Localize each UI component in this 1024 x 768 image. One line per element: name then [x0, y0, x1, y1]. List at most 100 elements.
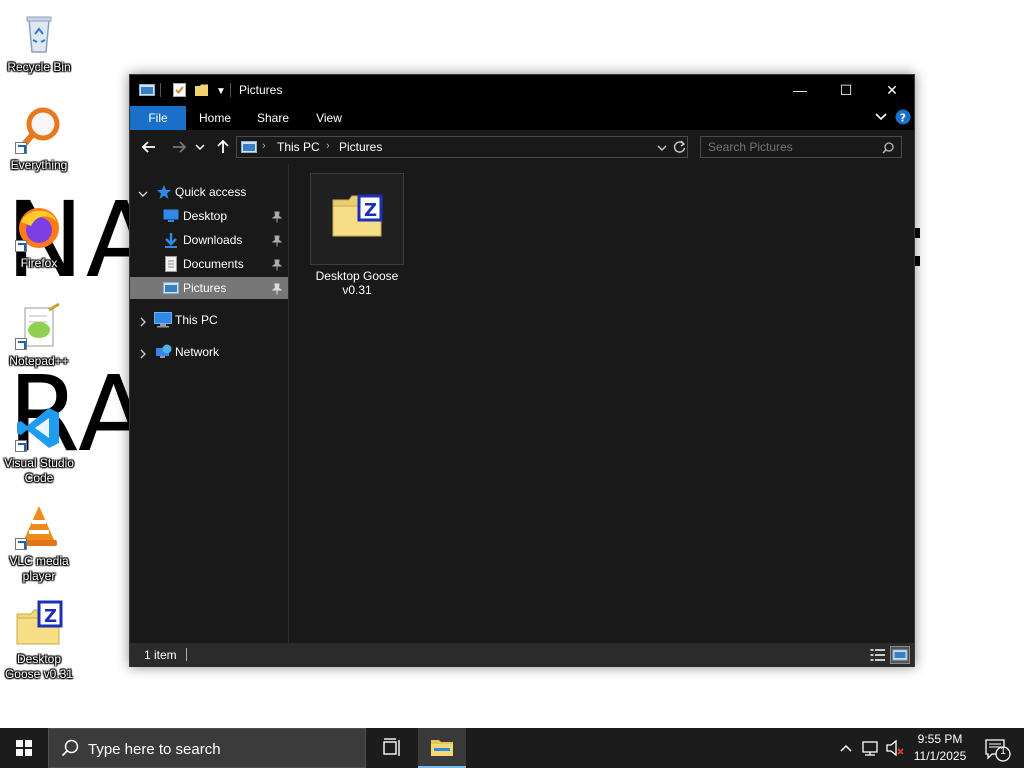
properties-icon[interactable] — [173, 83, 186, 97]
svg-text:?: ? — [900, 112, 906, 125]
tab-file[interactable]: File — [130, 106, 186, 130]
desktop-icon-everything[interactable]: Everything — [0, 106, 78, 173]
desktop-icon-recycle-bin[interactable]: Recycle Bin — [0, 8, 78, 75]
desktop-icon-label: Recycle Bin — [7, 60, 71, 74]
search-box[interactable] — [700, 136, 902, 158]
expand-ribbon-icon[interactable] — [874, 110, 888, 129]
desktop-icon-firefox[interactable]: Firefox — [0, 204, 78, 271]
nav-label: Quick access — [175, 185, 247, 199]
documents-folder-icon — [165, 256, 177, 277]
goose-folder-icon: Z — [310, 173, 404, 265]
details-view-icon[interactable] — [870, 648, 886, 667]
chevron-right-icon[interactable] — [138, 346, 148, 364]
nav-item-documents[interactable]: Documents — [130, 253, 288, 275]
clock-time: 9:55 PM — [917, 732, 963, 746]
tab-share[interactable]: Share — [250, 106, 296, 130]
minimize-button[interactable]: — — [777, 75, 823, 106]
address-dropdown-icon[interactable] — [656, 141, 668, 159]
toolbar-divider — [160, 83, 161, 97]
goose-folder-icon: Z — [15, 600, 63, 648]
nav-item-this-pc[interactable]: This PC — [130, 309, 288, 331]
back-button[interactable] — [140, 138, 158, 156]
volume-muted-icon — [886, 739, 904, 757]
recent-locations-button[interactable] — [194, 138, 206, 156]
maximize-button[interactable]: ☐ — [823, 75, 869, 106]
vscode-icon — [15, 404, 63, 452]
pin-icon[interactable] — [271, 210, 283, 223]
desktop-folder-icon — [163, 209, 179, 228]
nav-item-desktop[interactable]: Desktop — [130, 205, 288, 227]
clock[interactable]: 9:55 PM 11/1/2025 — [908, 731, 972, 765]
desktop-icon-vlc[interactable]: VLC media player — [0, 502, 78, 584]
taskbar-file-explorer[interactable] — [418, 728, 466, 768]
svg-text:Z: Z — [44, 606, 57, 627]
nav-item-quick-access[interactable]: Quick access — [130, 181, 288, 203]
search-input[interactable] — [708, 140, 878, 154]
recycle-bin-icon — [15, 8, 63, 56]
forward-button[interactable] — [170, 138, 188, 156]
new-folder-icon[interactable] — [195, 83, 209, 97]
task-view-button[interactable] — [370, 728, 414, 768]
downloads-folder-icon — [163, 232, 179, 253]
status-divider — [186, 648, 187, 661]
desktop-icon-label: Desktop Goose v0.31 — [4, 652, 74, 681]
nav-label: Desktop — [183, 209, 228, 223]
network-icon — [154, 344, 172, 365]
large-icons-view-icon — [892, 649, 908, 661]
customize-quick-access-icon[interactable]: ▼ — [216, 86, 226, 100]
breadcrumb-this-pc[interactable]: This PC — [277, 140, 320, 154]
help-icon[interactable]: ? — [895, 109, 911, 130]
this-pc-icon — [154, 312, 172, 333]
close-button[interactable]: ✕ — [869, 75, 915, 106]
nav-item-network[interactable]: Network — [130, 341, 288, 363]
taskbar-search-box[interactable]: Type here to search — [48, 728, 366, 768]
pin-icon[interactable] — [271, 234, 283, 247]
network-tray-button[interactable] — [860, 728, 882, 768]
large-icons-view-button[interactable] — [890, 646, 910, 664]
volume-tray-button[interactable] — [884, 728, 906, 768]
up-arrow-icon — [217, 139, 229, 153]
show-hidden-icons-button[interactable] — [836, 728, 856, 768]
desktop-icon-label: Everything — [10, 158, 68, 172]
nav-label: Documents — [183, 257, 244, 271]
desktop-icon-desktop-goose[interactable]: Z Desktop Goose v0.31 — [0, 600, 78, 682]
tab-view[interactable]: View — [306, 106, 352, 130]
star-icon — [156, 184, 172, 205]
desktop-icon-vscode[interactable]: Visual Studio Code — [0, 404, 78, 486]
action-center-button[interactable]: 1 — [978, 728, 1014, 768]
taskbar-search-placeholder: Type here to search — [88, 741, 221, 758]
shortcut-arrow-icon — [15, 538, 27, 550]
nav-item-pictures[interactable]: Pictures — [130, 277, 288, 299]
pictures-location-icon — [241, 140, 257, 159]
desktop-icon-notepadpp[interactable]: Notepad++ — [0, 302, 78, 369]
file-list[interactable]: Z Desktop Goose v0.31 — [290, 164, 914, 643]
chevron-right-icon[interactable] — [138, 314, 148, 332]
file-item[interactable]: Z Desktop Goose v0.31 — [310, 173, 404, 297]
tab-home[interactable]: Home — [192, 106, 238, 130]
svg-text:Z: Z — [364, 200, 377, 221]
chevron-down-icon — [195, 144, 205, 151]
shortcut-arrow-icon — [15, 142, 27, 154]
file-explorer-window[interactable]: ▼ Pictures — ☐ ✕ File Home Share View ? — [129, 74, 915, 667]
network-tray-icon — [862, 741, 878, 756]
address-bar[interactable]: › This PC › Pictures — [236, 136, 688, 158]
notification-icon — [985, 739, 1011, 762]
nav-label: Downloads — [183, 233, 243, 247]
navigation-bar: › This PC › Pictures — [130, 130, 914, 164]
title-bar[interactable]: ▼ Pictures — ☐ ✕ — [130, 75, 914, 106]
pin-icon[interactable] — [271, 282, 283, 295]
taskbar: Type here to search 9:55 PM 11/1/2025 1 — [0, 728, 1024, 768]
shortcut-arrow-icon — [15, 338, 27, 350]
up-button[interactable] — [214, 138, 232, 156]
ribbon-tabs: File Home Share View ? — [130, 106, 914, 130]
start-button[interactable] — [0, 728, 48, 768]
item-count: 1 item — [144, 648, 177, 662]
breadcrumb-pictures[interactable]: Pictures — [339, 140, 382, 154]
breadcrumb-separator-icon: › — [326, 140, 330, 152]
firefox-icon — [15, 204, 63, 252]
pin-icon[interactable] — [271, 258, 283, 271]
chevron-down-icon[interactable] — [138, 186, 148, 204]
search-icon — [882, 141, 894, 159]
refresh-icon[interactable] — [673, 140, 686, 159]
nav-item-downloads[interactable]: Downloads — [130, 229, 288, 251]
